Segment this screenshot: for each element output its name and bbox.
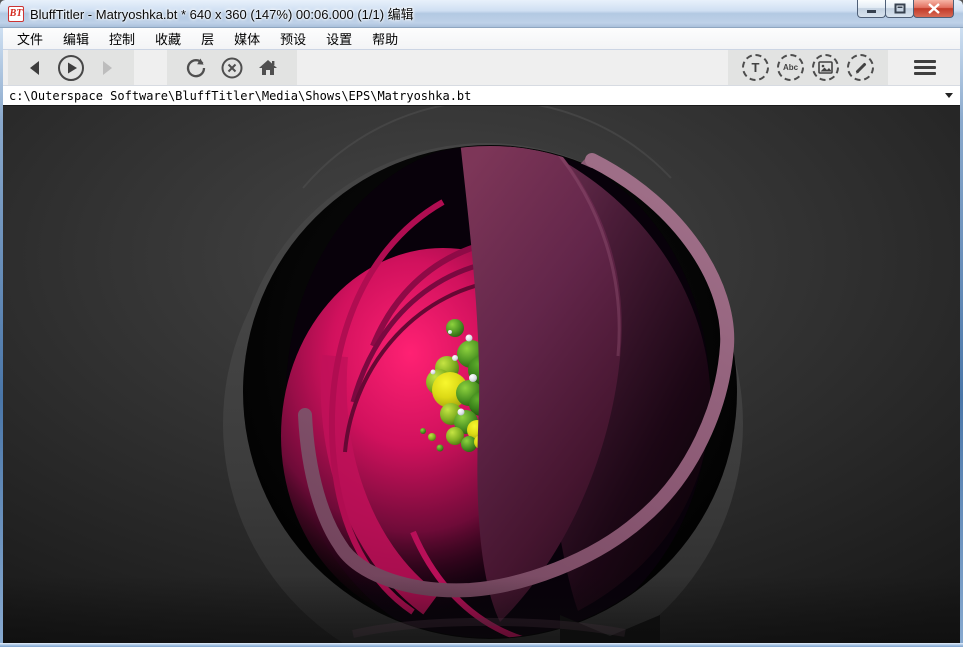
menu-control[interactable]: 控制 — [99, 27, 145, 50]
window-title: BluffTitler - Matryoshka.bt * 640 x 360 … — [30, 4, 414, 23]
picture-icon — [818, 61, 833, 74]
restore-button[interactable] — [885, 0, 914, 18]
menu-edit[interactable]: 编辑 — [53, 27, 99, 50]
minimize-button[interactable] — [857, 0, 886, 18]
play-icon — [57, 54, 85, 82]
paragraph-layer-label: Abc — [783, 63, 798, 72]
cancel-button[interactable] — [217, 53, 247, 83]
app-window: BT BluffTitler - Matryoshka.bt * 640 x 3… — [0, 0, 963, 647]
nav-button-group — [8, 50, 134, 85]
pen-layer-button[interactable] — [847, 54, 874, 81]
close-button[interactable] — [913, 0, 954, 18]
address-bar: c:\Outerspace Software\BluffTitler\Media… — [3, 86, 960, 106]
close-icon — [928, 3, 940, 14]
matryoshka-render — [3, 106, 960, 643]
action-button-group — [167, 50, 297, 85]
window-bottom-border — [0, 643, 963, 647]
menu-media[interactable]: 媒体 — [224, 27, 270, 50]
pen-icon — [853, 60, 869, 76]
render-viewport[interactable] — [3, 106, 960, 643]
cancel-icon — [220, 56, 244, 80]
menu-help[interactable]: 帮助 — [362, 27, 408, 50]
forward-button[interactable] — [92, 53, 122, 83]
menu-bar: 文件 编辑 控制 收藏 层 媒体 预设 设置 帮助 — [3, 28, 960, 50]
menu-toggle-button[interactable] — [912, 55, 938, 81]
refresh-icon — [184, 56, 208, 80]
home-button[interactable] — [253, 53, 283, 83]
play-button[interactable] — [56, 53, 86, 83]
restore-icon — [894, 3, 906, 14]
show-path-input[interactable]: c:\Outerspace Software\BluffTitler\Media… — [3, 89, 938, 103]
home-icon — [256, 56, 280, 80]
text-layer-label: T — [752, 60, 760, 75]
menu-presets[interactable]: 预设 — [270, 27, 316, 50]
minimize-icon — [866, 4, 878, 14]
back-button[interactable] — [20, 53, 50, 83]
paragraph-layer-button[interactable]: Abc — [777, 54, 804, 81]
app-icon: BT — [8, 6, 24, 22]
refresh-button[interactable] — [181, 53, 211, 83]
forward-arrow-icon — [96, 57, 118, 79]
menu-settings[interactable]: 设置 — [316, 27, 362, 50]
picture-layer-button[interactable] — [812, 54, 839, 81]
menu-favorites[interactable]: 收藏 — [145, 27, 191, 50]
menu-file[interactable]: 文件 — [7, 27, 53, 50]
title-bar[interactable]: BT BluffTitler - Matryoshka.bt * 640 x 3… — [0, 0, 963, 28]
menu-layer[interactable]: 层 — [191, 27, 224, 50]
hamburger-icon — [914, 60, 936, 63]
layer-button-group: T Abc — [728, 50, 888, 85]
window-controls — [858, 0, 954, 18]
toolbar: T Abc — [3, 50, 960, 86]
address-dropdown-button[interactable] — [938, 86, 960, 105]
text-layer-button[interactable]: T — [742, 54, 769, 81]
back-arrow-icon — [24, 57, 46, 79]
